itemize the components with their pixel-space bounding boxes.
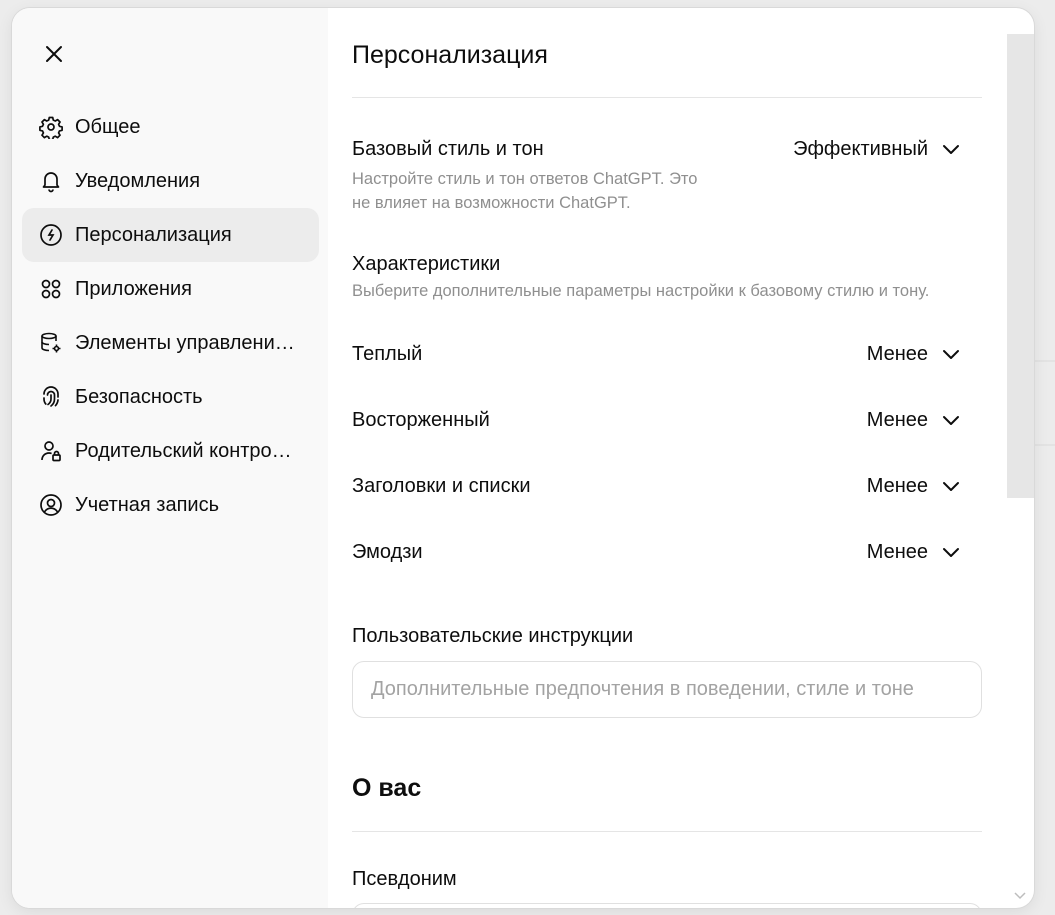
settings-content: Персонализация Базовый стиль и тон Настр… <box>328 8 1034 908</box>
fingerprint-icon <box>38 384 64 410</box>
chevron-down-icon <box>943 349 959 359</box>
characteristics-description: Выберите дополнительные параметры настро… <box>352 282 930 300</box>
sidebar-item-label: Учетная запись <box>75 493 220 516</box>
data-controls-icon <box>38 330 64 356</box>
sidebar-item-data-controls[interactable]: Элементы управлени… <box>22 316 319 370</box>
scrollbar[interactable] <box>1006 8 1034 908</box>
warm-dropdown[interactable]: Менее <box>867 343 960 366</box>
sidebar-item-label: Элементы управлени… <box>75 331 295 354</box>
close-button[interactable] <box>34 34 74 74</box>
headers-lists-dropdown[interactable]: Менее <box>867 475 960 498</box>
sidebar-item-general[interactable]: Общее <box>22 100 319 154</box>
settings-dialog: Общее Уведомления Персонализация Приложе… <box>12 8 1034 908</box>
sidebar-item-label: Общее <box>75 115 141 138</box>
sidebar-item-label: Родительский контро… <box>75 439 292 462</box>
sidebar-item-label: Приложения <box>75 277 193 300</box>
base-style-dropdown[interactable]: Эффективный <box>793 138 960 161</box>
sidebar-item-label: Персонализация <box>75 223 232 246</box>
user-lock-icon <box>38 438 64 464</box>
background-divider <box>1033 444 1055 446</box>
sidebar-item-apps[interactable]: Приложения <box>22 262 319 316</box>
sidebar-item-notifications[interactable]: Уведомления <box>22 154 319 208</box>
dropdown-value: Менее <box>866 409 928 431</box>
nickname-label: Псевдоним <box>352 868 457 890</box>
personalization-icon <box>38 222 64 248</box>
apps-grid-icon <box>38 276 64 302</box>
sidebar-item-security[interactable]: Безопасность <box>22 370 319 424</box>
base-style-label: Базовый стиль и тон <box>352 138 544 160</box>
chevron-down-icon <box>943 547 959 557</box>
emoji-dropdown[interactable]: Менее <box>867 541 960 564</box>
sidebar-item-label: Безопасность <box>75 385 203 408</box>
warm-label: Теплый <box>352 343 423 365</box>
user-circle-icon <box>38 492 64 518</box>
gear-icon <box>38 114 64 140</box>
dropdown-value: Эффективный <box>793 138 928 160</box>
base-style-description: Настройте стиль и тон ответов ChatGPT. Э… <box>352 170 698 188</box>
chevron-down-icon <box>943 481 959 491</box>
sidebar-item-personalization[interactable]: Персонализация <box>22 208 319 262</box>
dropdown-value: Менее <box>866 343 928 365</box>
scroll-down-arrow-icon[interactable] <box>1012 890 1028 902</box>
nickname-input[interactable] <box>352 903 982 908</box>
dropdown-value: Менее <box>866 475 928 497</box>
close-icon <box>46 46 62 62</box>
custom-instructions-label: Пользовательские инструкции <box>352 625 634 647</box>
dropdown-value: Менее <box>866 541 928 563</box>
enthusiastic-label: Восторженный <box>352 409 490 431</box>
about-you-title: О вас <box>352 774 422 802</box>
sidebar-item-label: Уведомления <box>75 169 201 192</box>
characteristics-label: Характеристики <box>352 253 501 275</box>
enthusiastic-dropdown[interactable]: Менее <box>867 409 960 432</box>
divider <box>352 97 982 98</box>
custom-instructions-input[interactable] <box>352 661 982 718</box>
background-divider <box>1033 360 1055 362</box>
settings-sidebar: Общее Уведомления Персонализация Приложе… <box>12 8 328 908</box>
sidebar-item-parental-controls[interactable]: Родительский контро… <box>22 424 319 478</box>
bell-icon <box>38 168 64 194</box>
chevron-down-icon <box>943 415 959 425</box>
page-title: Персонализация <box>352 41 548 69</box>
scrollbar-thumb[interactable] <box>1007 34 1034 498</box>
base-style-description: не влияет на возможности ChatGPT. <box>352 194 631 212</box>
headers-lists-label: Заголовки и списки <box>352 475 531 497</box>
chevron-down-icon <box>943 144 959 154</box>
settings-nav: Общее Уведомления Персонализация Приложе… <box>22 100 319 532</box>
divider <box>352 831 982 832</box>
sidebar-item-account[interactable]: Учетная запись <box>22 478 319 532</box>
emoji-label: Эмодзи <box>352 541 423 563</box>
